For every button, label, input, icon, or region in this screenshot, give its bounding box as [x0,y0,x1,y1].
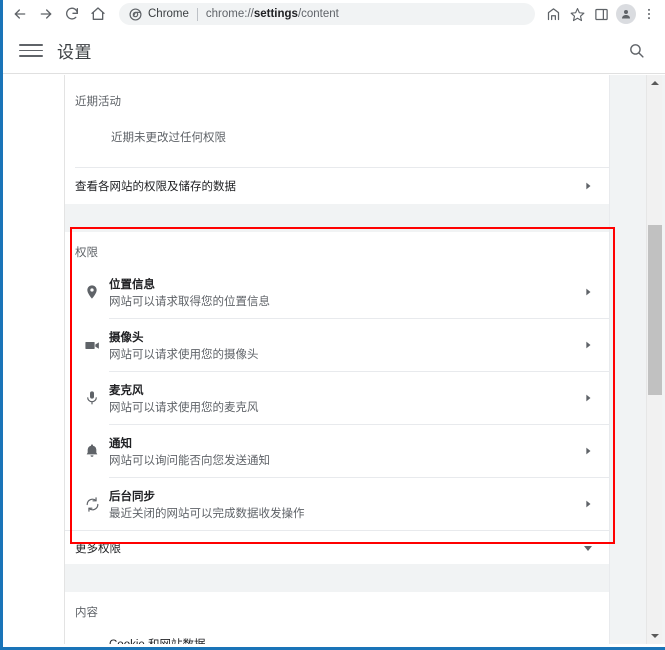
chevron-right-icon [581,181,595,191]
home-button[interactable] [85,2,111,26]
side-panel-icon [594,8,608,20]
avatar-icon [622,10,630,19]
chevron-right-icon [581,393,595,403]
row-text: 通知 网站可以询问能否向您发送通知 [109,434,581,469]
url-bold-segment: settings [253,8,298,20]
recent-activity-empty-note: 近期未更改过任何权限 [111,132,226,144]
row-background-sync[interactable]: 后台同步 最近关闭的网站可以完成数据收发操作 [65,478,609,530]
settings-search-button[interactable] [625,40,647,62]
omnibox-chip-label: Chrome [148,8,189,20]
side-panel-button[interactable] [589,2,613,26]
video-camera-icon [75,337,109,354]
microphone-icon [75,390,109,406]
row-title: Cookie 和网站数据 [109,639,206,645]
settings-content-card: 近期活动 近期未更改过任何权限 查看各网站的权限及储存的数据 权限 位置信息 网… [65,75,610,644]
chevron-right-icon [581,499,595,509]
row-notifications[interactable]: 通知 网站可以询问能否向您发送通知 [65,425,609,477]
back-button[interactable] [7,2,33,26]
scroll-up-button[interactable] [647,75,663,91]
row-subtitle: 最近关闭的网站可以完成数据收发操作 [109,507,305,520]
caret-down-icon [651,634,659,638]
share-button[interactable] [541,2,565,26]
reload-button[interactable] [59,2,85,26]
three-dot-menu-icon [648,8,650,20]
chevron-right-icon [581,340,595,350]
row-label: 查看各网站的权限及储存的数据 [75,181,236,193]
section-title-content: 内容 [75,607,98,619]
row-title: 位置信息 [109,278,155,291]
section-gap [65,564,609,592]
settings-content-scroll-area[interactable]: 近期活动 近期未更改过任何权限 查看各网站的权限及储存的数据 权限 位置信息 网… [65,75,665,644]
row-title: 通知 [109,437,132,450]
row-subtitle: 网站可以请求使用您的摄像头 [109,348,259,361]
page-title: 设置 [57,43,92,62]
section-gap [65,204,609,232]
section-title-permissions: 权限 [75,247,98,259]
row-title: 摄像头 [109,331,144,344]
reload-icon [66,7,78,20]
search-icon [629,44,644,58]
settings-sidebar [6,75,65,644]
row-more-permissions[interactable]: 更多权限 [65,530,609,564]
scroll-down-button[interactable] [647,628,663,644]
row-title: 麦克风 [109,384,144,397]
caret-up-icon [651,81,659,85]
section-title-recent-activity: 近期活动 [75,96,121,108]
share-icon [547,7,559,20]
row-text: 位置信息 网站可以请求取得您的位置信息 [109,275,581,310]
profile-button[interactable] [616,4,636,24]
back-arrow-icon [14,9,26,19]
url-suffix: /content [297,8,339,20]
row-text: Cookie 和网站数据 已阻止第三方 Cookie [109,635,581,645]
omnibox-url: chrome://settings/content [206,8,339,20]
row-text: 摄像头 网站可以请求使用您的摄像头 [109,328,581,363]
row-subtitle: 网站可以请求使用您的麦克风 [109,401,259,414]
hamburger-menu-button[interactable] [19,39,43,63]
omnibox-separator [196,7,198,21]
row-site-permissions-and-data[interactable]: 查看各网站的权限及储存的数据 [65,168,609,204]
scrollbar-thumb[interactable] [648,225,662,395]
settings-header: 设置 [3,28,665,74]
forward-button[interactable] [33,2,59,26]
chevron-right-icon [581,446,595,456]
sync-icon [75,496,109,513]
row-title: 后台同步 [109,490,155,503]
row-cookies[interactable]: Cookie 和网站数据 已阻止第三方 Cookie [65,626,609,645]
page-scrollbar[interactable] [646,75,662,644]
hamburger-line [19,55,43,57]
bookmark-button[interactable] [565,2,589,26]
row-text: 后台同步 最近关闭的网站可以完成数据收发操作 [109,487,581,522]
forward-arrow-icon [40,9,52,19]
row-label: 更多权限 [75,542,121,555]
location-pin-icon [75,284,109,300]
hamburger-line [19,44,43,46]
row-text: 麦克风 网站可以请求使用您的麦克风 [109,381,581,416]
url-prefix: chrome:// [205,8,254,20]
home-icon [91,7,105,20]
chevron-down-icon [581,542,595,554]
chevron-right-icon [581,287,595,297]
browser-toolbar: Chrome chrome://settings/content [3,0,665,28]
bell-icon [75,443,109,459]
address-bar[interactable]: Chrome chrome://settings/content [119,3,535,25]
settings-body: 近期活动 近期未更改过任何权限 查看各网站的权限及储存的数据 权限 位置信息 网… [6,75,665,644]
row-subtitle: 网站可以询问能否向您发送通知 [109,454,270,467]
chrome-logo-icon [129,7,142,21]
row-microphone[interactable]: 麦克风 网站可以请求使用您的麦克风 [65,372,609,424]
browser-menu-button[interactable] [639,2,659,26]
row-camera[interactable]: 摄像头 网站可以请求使用您的摄像头 [65,319,609,371]
row-location[interactable]: 位置信息 网站可以请求取得您的位置信息 [65,266,609,318]
star-icon [570,7,584,21]
browser-window: Chrome chrome://settings/content 设置 近期活动… [0,0,665,650]
hamburger-line [19,49,43,52]
row-subtitle: 网站可以请求取得您的位置信息 [109,295,270,308]
